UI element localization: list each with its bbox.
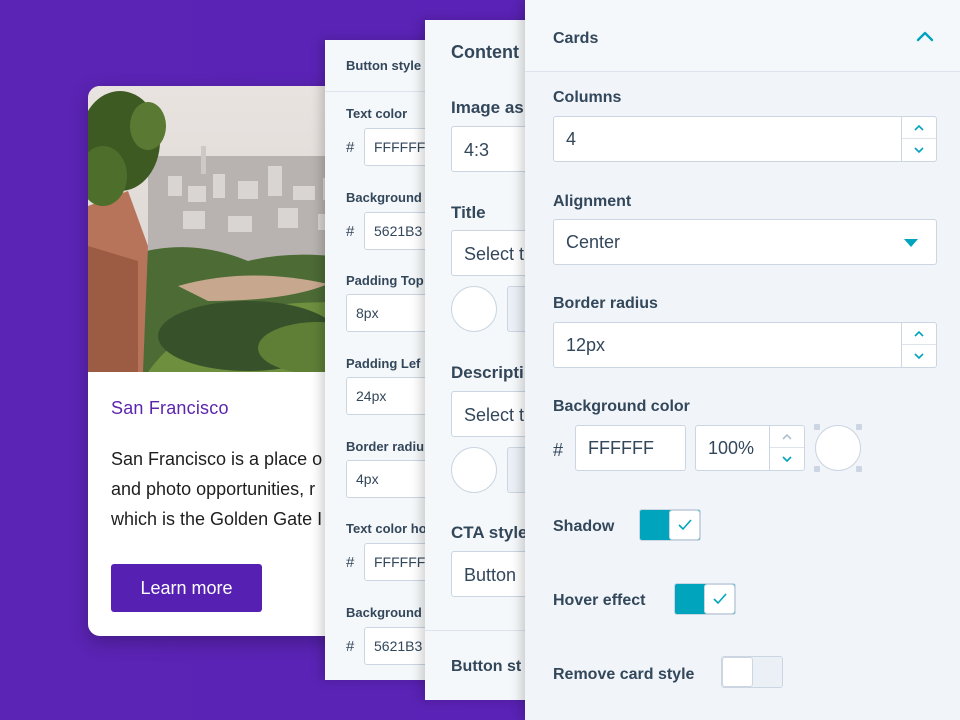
padding-top-label: Padding Top (346, 273, 424, 288)
border-radius-stepper (901, 322, 937, 368)
hash-symbol: # (346, 554, 355, 571)
toggle-knob (704, 584, 735, 614)
stepper-down-button[interactable] (902, 139, 936, 161)
button-style-title: Button style (346, 58, 422, 73)
swatch-corner (856, 466, 862, 472)
caret-down-icon (904, 239, 918, 247)
text-color-hover-label: Text color ho (346, 521, 427, 536)
cards-title: Cards (553, 30, 599, 47)
cards-panel: Cards Columns 4 Alignment Center Border … (525, 0, 960, 720)
stepper-up-button[interactable] (770, 426, 804, 448)
toggle-knob (669, 510, 700, 540)
swatch-corner (814, 466, 820, 472)
chevron-up-icon (914, 124, 924, 131)
shadow-toggle[interactable] (639, 509, 701, 541)
alignment-label: Alignment (553, 193, 632, 210)
stepper-up-button[interactable] (902, 117, 936, 139)
background-color-swatch[interactable] (814, 424, 862, 472)
background-hover-label: Background (346, 605, 422, 620)
stepper-up-button[interactable] (902, 323, 936, 345)
check-icon (713, 593, 727, 605)
card-title: San Francisco (111, 398, 229, 418)
text-color-label: Text color (346, 106, 408, 121)
chevron-up-icon (914, 330, 924, 337)
description-label: Descripti (451, 363, 524, 382)
hash-symbol: # (346, 139, 355, 156)
background-color-label: Background color (553, 398, 690, 415)
columns-label: Columns (553, 89, 622, 106)
hover-effect-toggle[interactable] (674, 583, 736, 615)
title-color-swatch[interactable] (451, 286, 497, 332)
swatch-corner (814, 424, 820, 430)
remove-card-style-label: Remove card style (553, 666, 695, 683)
hash-symbol: # (553, 440, 564, 460)
border-radius-label: Border radius (553, 295, 658, 312)
check-icon (678, 519, 692, 531)
opacity-input[interactable]: 100% (695, 425, 770, 471)
description-color-swatch[interactable] (451, 447, 497, 493)
hover-effect-label: Hover effect (553, 592, 646, 609)
title-label: Title (451, 203, 486, 222)
chevron-down-icon (914, 353, 924, 360)
opacity-stepper (769, 425, 805, 471)
stepper-down-button[interactable] (770, 448, 804, 470)
learn-more-button[interactable]: Learn more (111, 564, 262, 612)
cta-style-label: CTA style (451, 523, 528, 542)
chevron-down-icon (782, 456, 792, 463)
background-color-input[interactable]: FFFFFF (575, 425, 686, 471)
hash-symbol: # (346, 638, 355, 655)
columns-input[interactable]: 4 (553, 116, 903, 162)
alignment-value: Center (566, 232, 621, 252)
chevron-down-icon (914, 147, 924, 154)
border-radius-input[interactable]: 12px (553, 322, 903, 368)
columns-stepper (901, 116, 937, 162)
stepper-down-button[interactable] (902, 345, 936, 367)
toggle-knob (722, 657, 753, 687)
hash-symbol: # (346, 223, 355, 240)
cards-header[interactable]: Cards (525, 0, 960, 72)
chevron-up-icon (782, 433, 792, 440)
alignment-select[interactable]: Center (553, 219, 937, 265)
border-radius-label: Border radiu (346, 439, 425, 454)
background-label: Background (346, 190, 422, 205)
chevron-up-icon[interactable] (913, 27, 937, 47)
image-aspect-label: Image as (451, 98, 524, 117)
swatch-corner (856, 424, 862, 430)
remove-card-style-toggle[interactable] (721, 656, 783, 688)
padding-left-label: Padding Lef (346, 356, 421, 371)
content-title: Content (451, 42, 519, 62)
button-style-section-label: Button st (451, 658, 522, 675)
shadow-label: Shadow (553, 518, 615, 535)
